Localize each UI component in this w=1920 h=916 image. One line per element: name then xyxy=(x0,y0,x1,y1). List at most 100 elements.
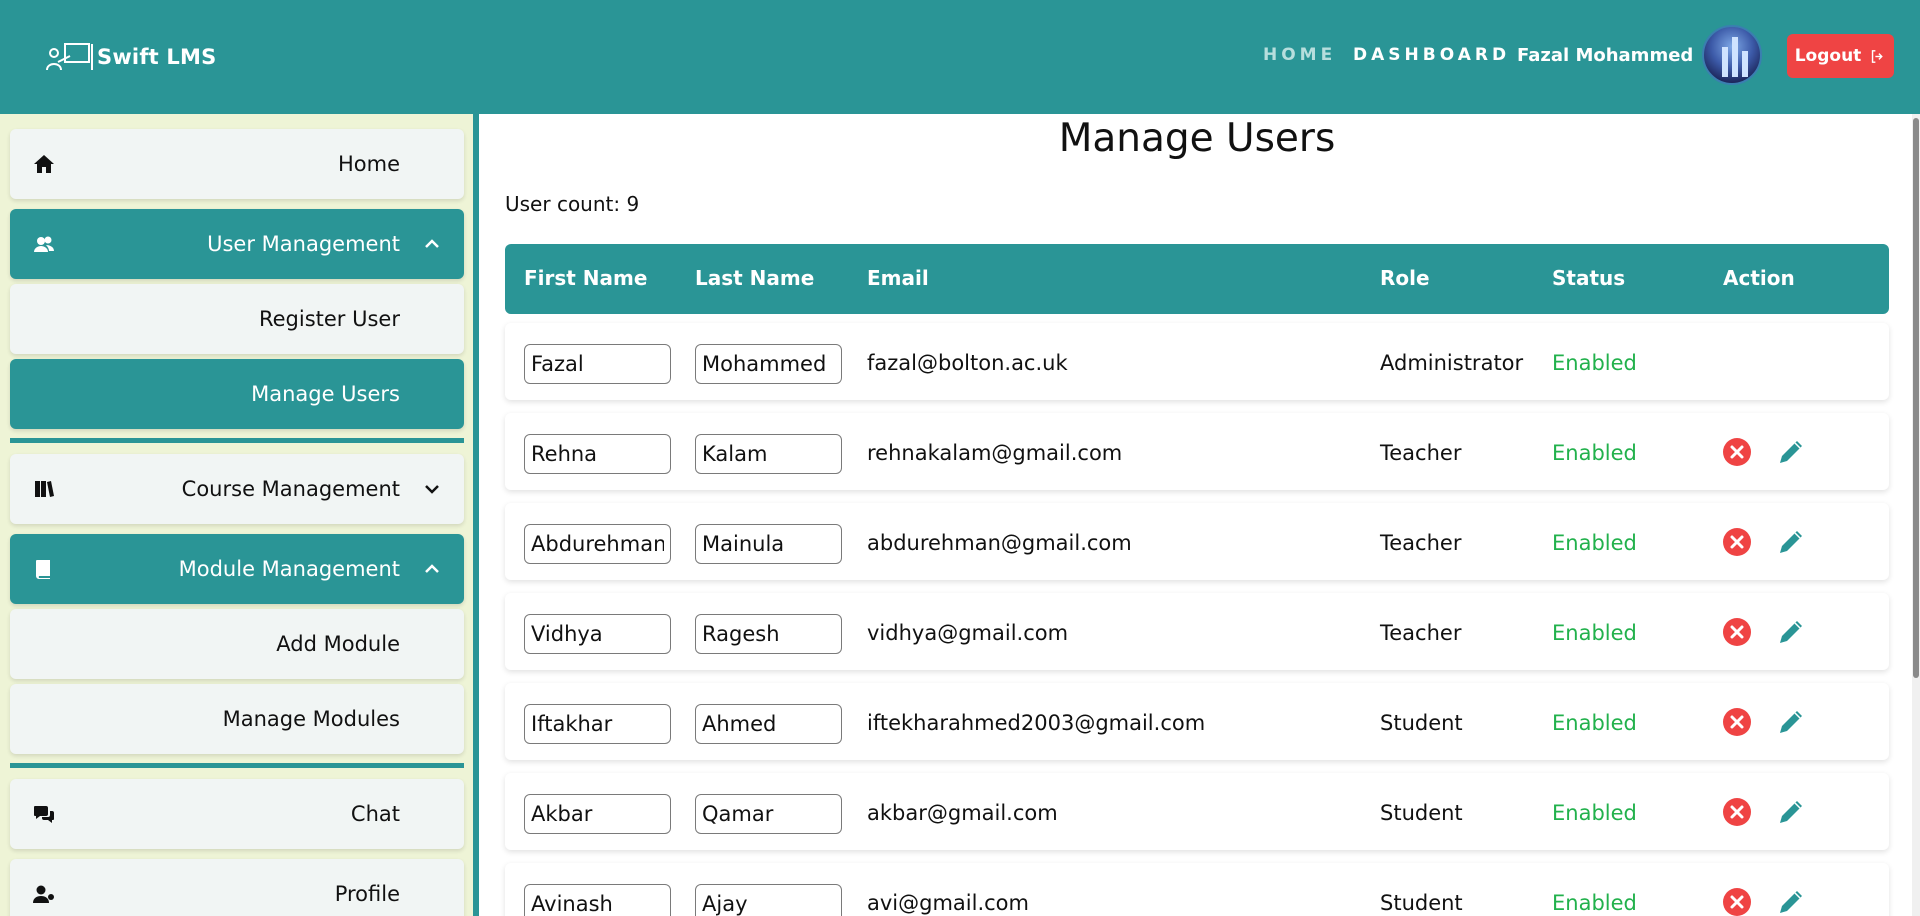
edit-user-icon[interactable] xyxy=(1775,886,1807,916)
sidebar-item-label: Profile xyxy=(334,882,400,906)
chevron-down-icon xyxy=(425,485,439,494)
status-cell: Enabled xyxy=(1552,891,1637,915)
user-count: User count: 9 xyxy=(505,192,640,216)
sidebar-divider xyxy=(473,114,479,916)
logout-label: Logout xyxy=(1794,46,1862,66)
edit-user-icon[interactable] xyxy=(1775,526,1807,558)
table-row: iftekharahmed2003@gmail.com Student Enable… xyxy=(505,683,1889,760)
last-name-field[interactable] xyxy=(695,794,842,834)
edit-user-icon[interactable] xyxy=(1775,436,1807,468)
logout-button[interactable]: Logout xyxy=(1787,34,1894,78)
chat-icon xyxy=(34,806,54,823)
email-cell: avi@gmail.com xyxy=(867,891,1029,915)
chevron-up-icon xyxy=(425,564,439,573)
last-name-field[interactable] xyxy=(695,884,842,916)
sidebar-item-label: Course Management xyxy=(181,477,400,501)
sidebar-item-module-management[interactable]: Module Management xyxy=(10,534,464,604)
last-name-field[interactable] xyxy=(695,524,842,564)
current-user-name[interactable]: Fazal Mohammed xyxy=(1517,45,1693,66)
role-cell: Administrator xyxy=(1380,351,1524,375)
users-icon xyxy=(34,236,54,252)
column-header[interactable]: Email xyxy=(867,266,929,290)
sidebar-item-register-user[interactable]: Register User xyxy=(10,284,464,354)
status-cell: Enabled xyxy=(1552,351,1637,375)
first-name-field[interactable] xyxy=(524,434,671,474)
brand-name: Swift LMS xyxy=(97,45,217,69)
sidebar-separator xyxy=(10,438,464,443)
role-cell: Teacher xyxy=(1380,441,1462,465)
sidebar-item-label: Home xyxy=(337,152,400,176)
status-cell: Enabled xyxy=(1552,441,1637,465)
email-cell: abdurehman@gmail.com xyxy=(867,531,1132,555)
last-name-field[interactable] xyxy=(695,344,842,384)
first-name-field[interactable] xyxy=(524,884,671,916)
disable-user-icon[interactable] xyxy=(1723,798,1751,826)
table-row: vidhya@gmail.com Teacher Enabled xyxy=(505,593,1889,670)
role-cell: Student xyxy=(1380,891,1463,915)
column-header[interactable]: Status xyxy=(1552,266,1625,290)
disable-user-icon[interactable] xyxy=(1723,528,1751,556)
nav-home-link[interactable]: HOME xyxy=(1263,45,1336,65)
sidebar-item-user-management[interactable]: User Management xyxy=(10,209,464,279)
first-name-field[interactable] xyxy=(524,344,671,384)
column-header[interactable]: Last Name xyxy=(695,266,814,290)
sidebar-item-label: User Management xyxy=(207,232,400,256)
status-cell: Enabled xyxy=(1552,711,1637,735)
disable-user-icon[interactable] xyxy=(1723,618,1751,646)
last-name-field[interactable] xyxy=(695,704,842,744)
disable-user-icon[interactable] xyxy=(1723,708,1751,736)
table-header: First Name Last Name Email Role Status A… xyxy=(505,244,1889,314)
sidebar-item-profile[interactable]: Profile xyxy=(10,859,464,916)
nav-dashboard-link[interactable]: DASHBOARD xyxy=(1353,45,1510,65)
sidebar-separator xyxy=(10,763,464,768)
sidebar-item-label: Module Management xyxy=(178,557,400,581)
first-name-field[interactable] xyxy=(524,704,671,744)
email-cell: vidhya@gmail.com xyxy=(867,621,1069,645)
sidebar-item-label: Chat xyxy=(350,802,400,826)
column-header[interactable]: First Name xyxy=(524,266,647,290)
user-cog-icon xyxy=(33,885,54,903)
logout-icon xyxy=(1872,49,1884,63)
table-row: fazal@bolton.ac.uk Administrator Enabled xyxy=(505,323,1889,400)
sidebar-item-manage-users[interactable]: Manage Users xyxy=(10,359,464,429)
sidebar-item-home[interactable]: Home xyxy=(10,129,464,199)
edit-user-icon[interactable] xyxy=(1775,616,1807,648)
last-name-field[interactable] xyxy=(695,434,842,474)
table-row: rehnakalam@gmail.com Teacher Enabled xyxy=(505,413,1889,490)
brand-logo[interactable]: Swift LMS xyxy=(44,40,216,74)
sidebar-item-manage-modules[interactable]: Manage Modules xyxy=(10,684,464,754)
first-name-field[interactable] xyxy=(524,614,671,654)
first-name-field[interactable] xyxy=(524,794,671,834)
sidebar-item-course-management[interactable]: Course Management xyxy=(10,454,464,524)
status-cell: Enabled xyxy=(1552,621,1637,645)
email-cell: rehnakalam@gmail.com xyxy=(867,441,1123,465)
email-cell: iftekharahmed2003@gmail.com xyxy=(867,711,1206,735)
page-title: Manage Users xyxy=(1058,116,1336,161)
top-navbar: Swift LMS HOME DASHBOARD Fazal Mohammed … xyxy=(0,0,1920,114)
scrollbar-thumb[interactable] xyxy=(1913,118,1919,678)
first-name-field[interactable] xyxy=(524,524,671,564)
edit-user-icon[interactable] xyxy=(1775,706,1807,738)
chevron-up-icon xyxy=(425,239,439,248)
sidebar-item-label: Register User xyxy=(258,307,400,331)
sidebar-item-label: Manage Modules xyxy=(222,707,400,731)
role-cell: Student xyxy=(1380,801,1463,825)
disable-user-icon[interactable] xyxy=(1723,438,1751,466)
teacher-board-icon xyxy=(46,43,93,71)
column-header[interactable]: Role xyxy=(1380,266,1430,290)
sidebar-item-add-module[interactable]: Add Module xyxy=(10,609,464,679)
role-cell: Student xyxy=(1380,711,1463,735)
column-header: Action xyxy=(1723,266,1795,290)
home-icon xyxy=(34,155,54,173)
disable-user-icon[interactable] xyxy=(1723,888,1751,916)
last-name-field[interactable] xyxy=(695,614,842,654)
sidebar-item-label: Add Module xyxy=(276,632,400,656)
edit-user-icon[interactable] xyxy=(1775,796,1807,828)
email-cell: fazal@bolton.ac.uk xyxy=(867,351,1068,375)
status-cell: Enabled xyxy=(1552,531,1637,555)
avatar[interactable] xyxy=(1702,25,1762,85)
sidebar-item-chat[interactable]: Chat xyxy=(10,779,464,849)
status-cell: Enabled xyxy=(1552,801,1637,825)
role-cell: Teacher xyxy=(1380,621,1462,645)
email-cell: akbar@gmail.com xyxy=(867,801,1058,825)
